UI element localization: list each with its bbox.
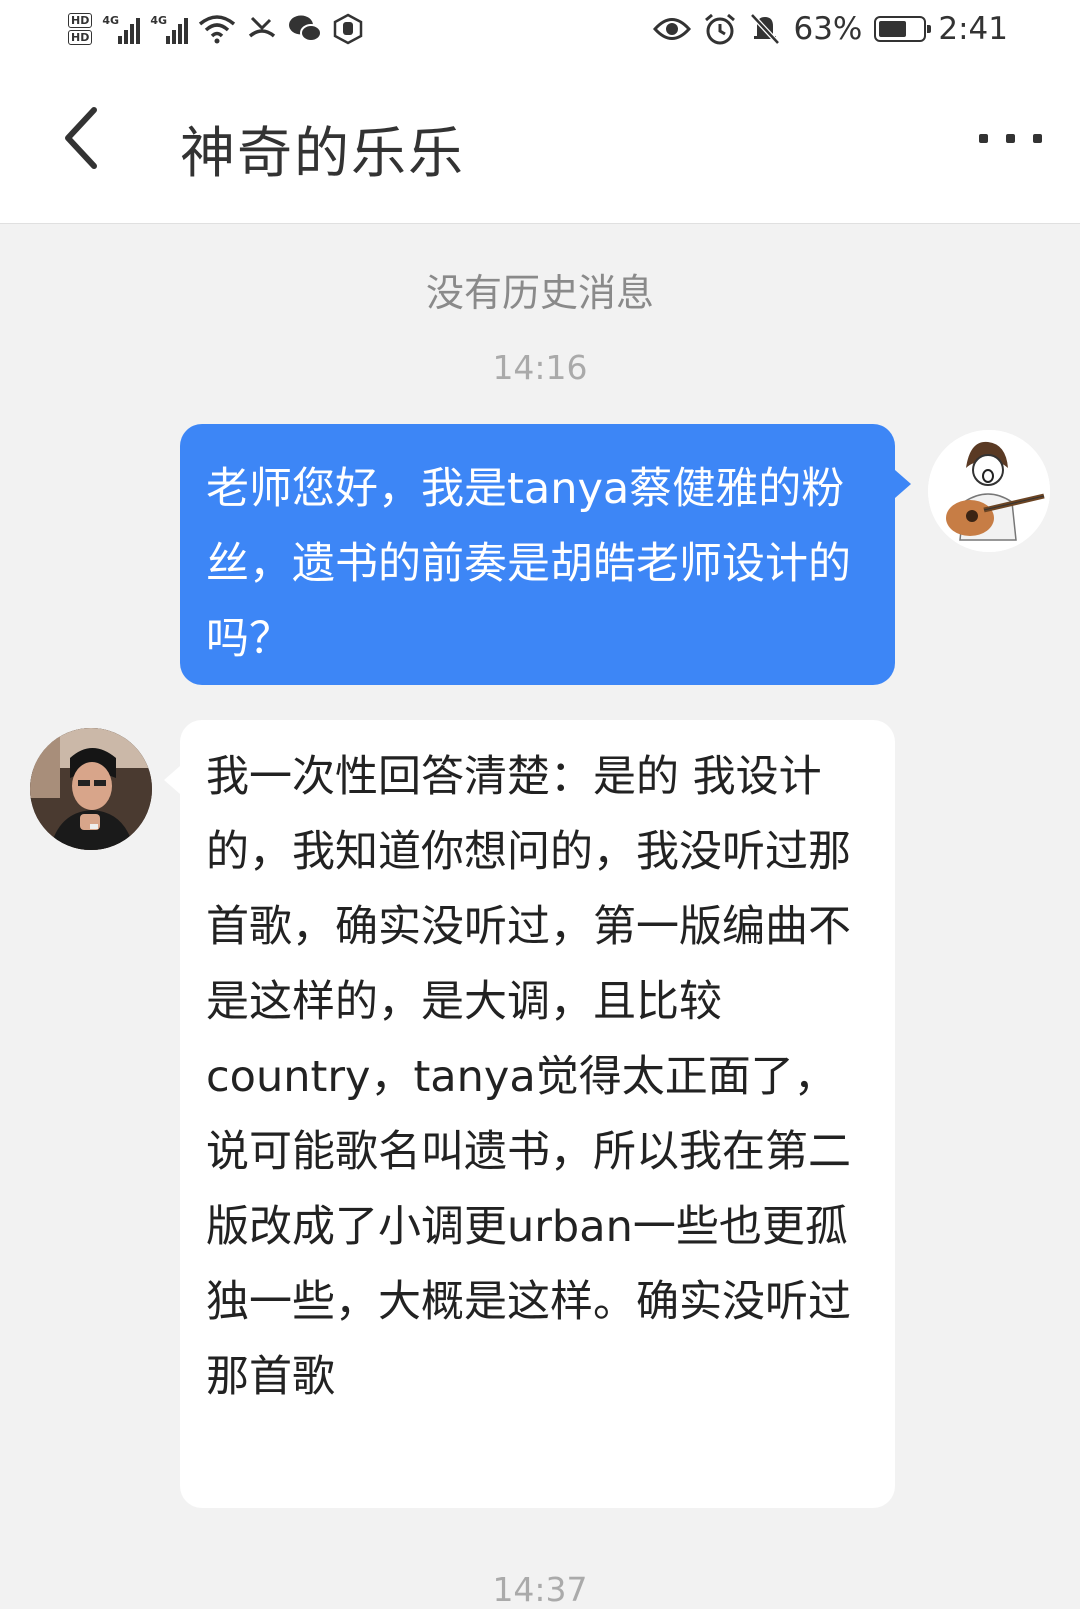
more-options-button[interactable] — [970, 118, 1050, 158]
nav-bar: 神奇的乐乐 — [0, 58, 1080, 224]
message-timestamp: 14:37 — [492, 1570, 588, 1609]
sent-message-bubble[interactable]: 老师您好，我是tanya蔡健雅的粉丝，遗书的前奏是胡皓老师设计的吗？ — [180, 424, 911, 685]
avatar[interactable] — [928, 430, 1050, 552]
wechat-icon — [289, 15, 323, 42]
person-photo-avatar-image — [30, 728, 152, 850]
hand-icon — [334, 13, 363, 45]
signal-icon: 4G — [102, 14, 141, 44]
signal-icon: 4G — [150, 14, 189, 44]
page-title: 神奇的乐乐 — [180, 121, 466, 185]
message-timestamp: 14:16 — [492, 348, 588, 387]
chevron-left-icon — [65, 107, 97, 169]
network-label-2: 4G — [150, 14, 168, 27]
network-label-1: 4G — [102, 14, 120, 27]
battery-level — [879, 21, 906, 37]
avatar[interactable] — [30, 728, 152, 850]
status-right: 63% 2:41 — [653, 6, 1008, 52]
hd-indicator: HD HD — [68, 13, 93, 45]
received-message-bubble[interactable]: 我一次性回答清楚：是的 我设计的，我知道你想问的，我没听过那首歌，确实没听过，第… — [164, 720, 895, 1508]
hd-label-2: HD — [68, 30, 93, 45]
status-time: 2:41 — [938, 11, 1008, 47]
alarm-icon — [705, 13, 736, 45]
bell-off-icon — [750, 13, 781, 45]
missed-call-icon — [249, 16, 276, 38]
hd-label-1: HD — [68, 13, 93, 28]
eye-icon — [653, 18, 692, 40]
battery-percent: 63% — [793, 11, 863, 47]
back-button[interactable] — [54, 98, 114, 178]
guitar-player-avatar-image — [928, 430, 1050, 552]
no-history-notice: 没有历史消息 — [425, 271, 654, 315]
status-bar: HD HD 4G 4G 63% 2:41 — [0, 0, 1080, 58]
battery-icon — [874, 16, 932, 42]
wifi-icon — [199, 15, 236, 44]
more-dots-icon — [978, 133, 988, 143]
status-left: HD HD 4G 4G — [68, 6, 364, 52]
